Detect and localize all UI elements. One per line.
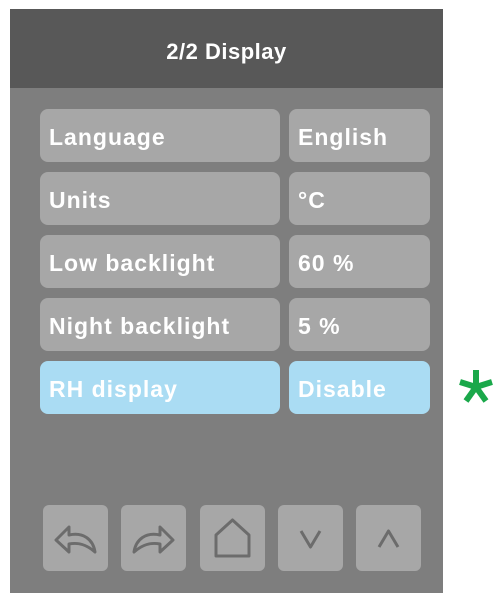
star-icon [459,370,493,403]
header-bar: 2/2 Display [10,9,443,88]
setting-value-language[interactable]: English [289,109,430,162]
setting-value-night-backlight[interactable]: 5 % [289,298,430,351]
setting-value-rh-display[interactable]: Disable [289,361,430,414]
setting-value-units[interactable]: °C [289,172,430,225]
down-button[interactable] [278,505,343,571]
undo-icon [54,525,97,554]
setting-label-rh-display[interactable]: RH display [40,361,280,414]
setting-label-low-backlight[interactable]: Low backlight [40,235,280,288]
setting-label-night-backlight[interactable]: Night backlight [40,298,280,351]
setting-value-low-backlight[interactable]: 60 % [289,235,430,288]
home-icon [214,518,251,558]
redo-button[interactable] [121,505,186,571]
setting-label-language[interactable]: Language [40,109,280,162]
page-title: 2/2 Display [166,39,287,64]
chevron-up-icon [377,529,400,548]
up-button[interactable] [356,505,421,571]
chevron-down-icon [299,530,322,549]
thermostat-screen: 2/2 Display Language English Units °C Lo… [10,9,443,593]
undo-button[interactable] [43,505,108,571]
setting-label-units[interactable]: Units [40,172,280,225]
home-button[interactable] [200,505,265,571]
redo-icon [132,525,175,554]
